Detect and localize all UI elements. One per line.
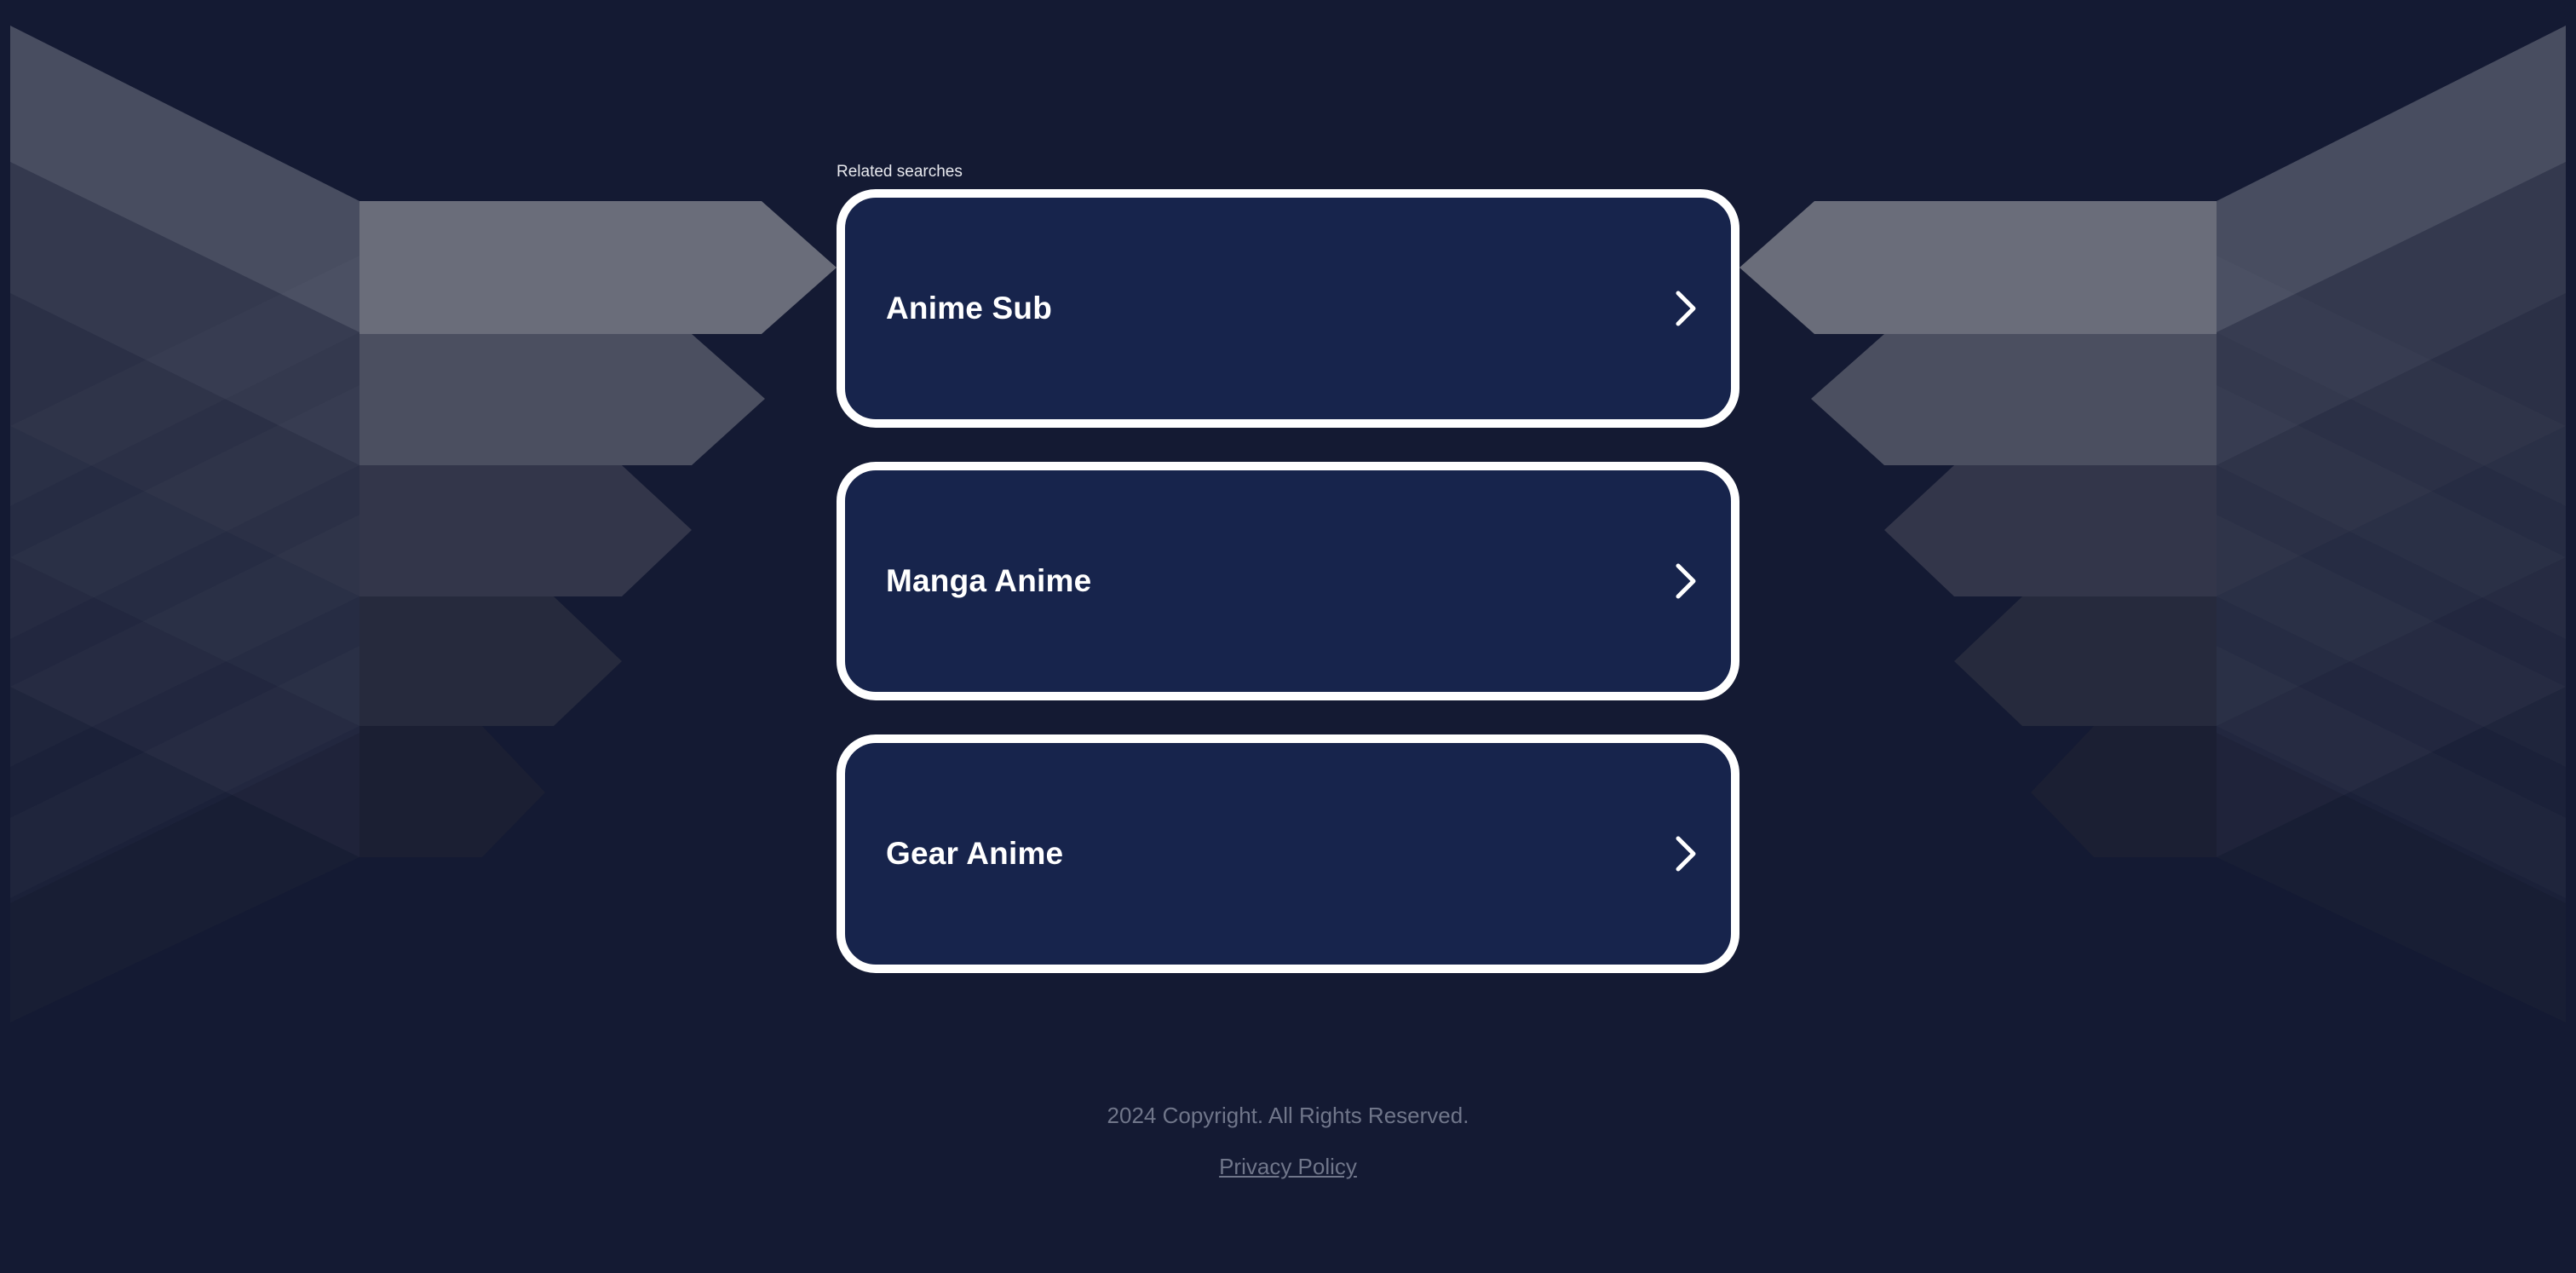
search-result-card-manga-anime[interactable]: Manga Anime bbox=[837, 462, 1739, 700]
chevron-right-icon bbox=[1670, 833, 1702, 874]
chevron-right-icon bbox=[1670, 561, 1702, 602]
search-result-card-gear-anime[interactable]: Gear Anime bbox=[837, 734, 1739, 973]
page: Related searches Anime Sub Manga Anime G… bbox=[0, 0, 2576, 1273]
search-result-label: Anime Sub bbox=[886, 291, 1053, 325]
related-searches-section: Related searches Anime Sub Manga Anime G… bbox=[837, 162, 1739, 1007]
copyright-text: 2024 Copyright. All Rights Reserved. bbox=[1107, 1103, 1469, 1128]
search-result-label: Gear Anime bbox=[886, 836, 1064, 871]
search-result-label: Manga Anime bbox=[886, 563, 1092, 598]
chevron-right-icon bbox=[1670, 288, 1702, 329]
privacy-policy-link[interactable]: Privacy Policy bbox=[1219, 1154, 1357, 1179]
search-result-card-anime-sub[interactable]: Anime Sub bbox=[837, 189, 1739, 428]
related-searches-label: Related searches bbox=[837, 163, 963, 181]
privacy-policy-container: Privacy Policy bbox=[0, 1154, 2576, 1180]
